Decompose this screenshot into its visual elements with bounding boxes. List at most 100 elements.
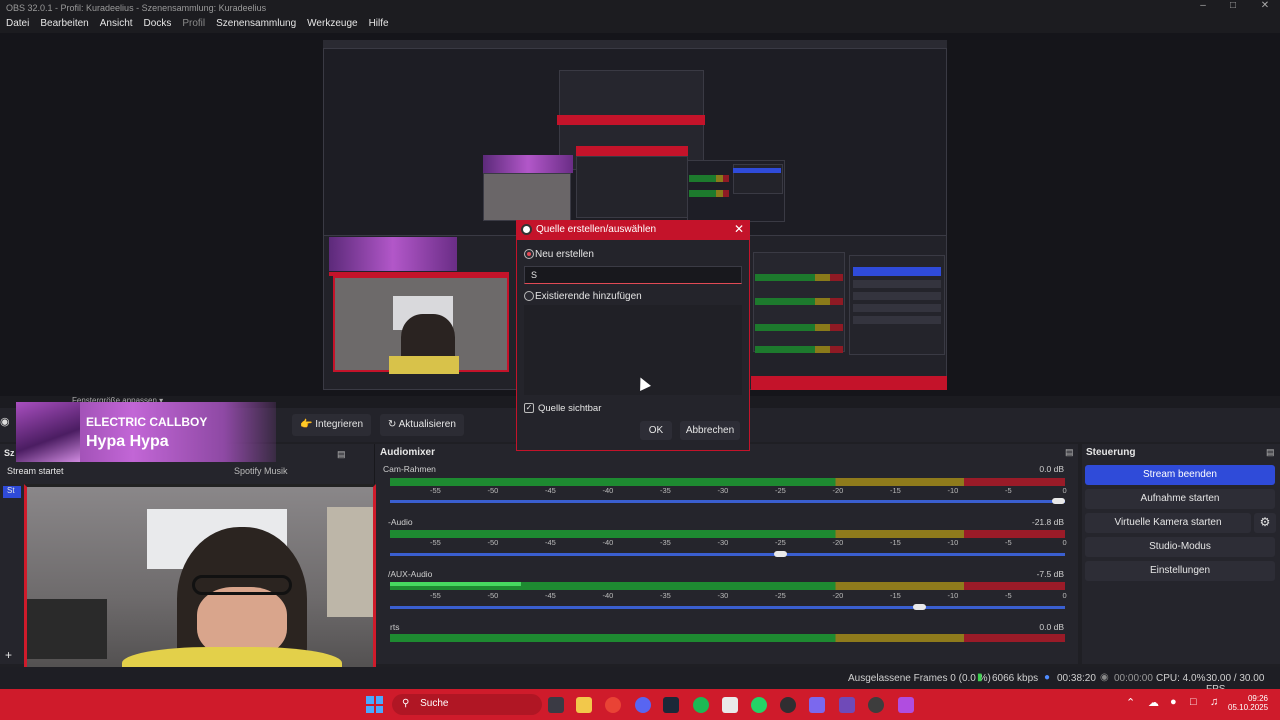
visible-checkbox[interactable]: ✓	[524, 403, 534, 413]
signal-icon: ▮	[977, 672, 983, 683]
create-new-radio[interactable]	[524, 249, 534, 259]
menu-bearbeiten[interactable]: Bearbeiten	[40, 18, 88, 31]
meter-tick-label: -30	[717, 538, 729, 547]
meter-tick-label: -50	[487, 591, 499, 600]
close-icon[interactable]: ✕	[734, 222, 744, 236]
stream-button[interactable]: Stream beenden	[1085, 465, 1275, 485]
task-view-icon[interactable]	[548, 697, 564, 713]
slider-knob[interactable]	[1052, 498, 1065, 504]
gear-icon[interactable]: ⚙	[1254, 513, 1276, 533]
dock-menu-icon[interactable]: ▤	[337, 449, 346, 460]
nested-control-button	[853, 292, 941, 300]
cloud-icon[interactable]: ☁	[1148, 696, 1159, 709]
obs-icon[interactable]	[780, 697, 796, 713]
channel-name: -Audio	[388, 517, 413, 527]
settings-button[interactable]: Einstellungen	[1085, 561, 1275, 581]
scene-selected-partial[interactable]: St	[3, 486, 21, 498]
add-scene-icon[interactable]: +	[5, 648, 12, 662]
yellow-shirt	[389, 356, 459, 374]
record-button[interactable]: Aufnahme starten	[1085, 489, 1275, 509]
refresh-button[interactable]: ↻ Aktualisieren	[380, 414, 464, 436]
close-window-button[interactable]: ✕	[1250, 0, 1280, 14]
speaker-icon[interactable]: ♫	[1210, 696, 1218, 708]
menu-szenensammlung[interactable]: Szenensammlung	[216, 18, 296, 31]
taskbar-search[interactable]: ⚲ Suche	[392, 694, 542, 715]
tray-chevron-icon[interactable]: ⌃	[1126, 696, 1135, 709]
volume-meter	[390, 478, 1065, 486]
menu-hilfe[interactable]: Hilfe	[369, 18, 389, 31]
mic-icon[interactable]: ●	[1170, 696, 1177, 708]
menu-bar: Datei Bearbeiten Ansicht Docks Profil Sz…	[0, 16, 1280, 33]
nested-control-button	[853, 304, 941, 312]
volume-slider[interactable]	[390, 551, 1065, 557]
integrate-label: Integrieren	[315, 419, 364, 430]
menu-docks[interactable]: Docks	[144, 18, 172, 31]
obs-logo-icon	[521, 224, 532, 235]
nested-dialog-titlebar	[557, 115, 705, 125]
nested-dialog-titlebar-2	[576, 146, 688, 156]
meter-tick-label: -40	[602, 486, 614, 495]
nested-taskbar	[751, 376, 947, 390]
volume-slider[interactable]	[390, 498, 1065, 504]
file-explorer-icon[interactable]	[576, 697, 592, 713]
scenes-title-partial: Sz	[4, 448, 15, 458]
vscode-icon[interactable]	[809, 697, 825, 713]
meter-tick-label: -25	[775, 591, 786, 600]
nested-stream-button-2	[853, 267, 941, 276]
slider-knob[interactable]	[913, 604, 926, 610]
meter-tick-label: -5	[1005, 591, 1012, 600]
studio-mode-button[interactable]: Studio-Modus	[1085, 537, 1275, 557]
meter-tick-label: -55	[430, 486, 441, 495]
integrate-button[interactable]: 👉 Integrieren	[292, 414, 372, 436]
steam-icon[interactable]	[663, 697, 679, 713]
menu-ansicht[interactable]: Ansicht	[100, 18, 133, 31]
taskbar-clock[interactable]: 09:26 05.10.2025	[1228, 694, 1268, 712]
meter-tick-label: -45	[545, 591, 556, 600]
settings-app-icon[interactable]	[868, 697, 884, 713]
song-overlay: ELECTRIC CALLBOY Hypa Hypa	[16, 402, 276, 462]
ok-button[interactable]: OK	[640, 421, 672, 440]
clapperboard-icon[interactable]	[898, 697, 914, 713]
add-existing-radio[interactable]	[524, 291, 534, 301]
virtual-camera-button[interactable]: Virtuelle Kamera starten	[1085, 513, 1251, 533]
clock-date: 05.10.2025	[1228, 703, 1269, 712]
meter-tick-label: -40	[602, 538, 614, 547]
slider-knob[interactable]	[774, 551, 787, 557]
meter-tick-label: -20	[832, 538, 844, 547]
store-icon[interactable]	[722, 697, 738, 713]
spotify-icon[interactable]	[693, 697, 709, 713]
maximize-button[interactable]: □	[1218, 0, 1248, 14]
channel-name: /AUX-Audio	[388, 569, 433, 579]
existing-sources-list[interactable]	[524, 305, 742, 395]
dock-menu-icon[interactable]: ▤	[1065, 447, 1074, 458]
scene-source-item[interactable]: Spotify Musik	[234, 466, 288, 476]
nested-song-overlay-2	[329, 237, 457, 271]
discord-icon[interactable]	[635, 697, 651, 713]
nested-song-overlay	[483, 155, 573, 173]
menu-werkzeuge[interactable]: Werkzeuge	[307, 18, 357, 31]
volume-slider[interactable]	[390, 604, 1065, 610]
nested-meter	[689, 190, 729, 197]
visible-label: Quelle sichtbar	[538, 403, 602, 414]
scene-visibility-icon[interactable]: ◉	[0, 415, 16, 431]
meter-tick-label: -40	[602, 591, 614, 600]
dock-menu-icon[interactable]: ▤	[1266, 447, 1275, 458]
meter-tick-label: -10	[947, 486, 959, 495]
whatsapp-icon[interactable]	[751, 697, 767, 713]
controls-title: Steuerung	[1086, 447, 1136, 458]
chrome-icon[interactable]	[605, 697, 621, 713]
channel-name: rts	[390, 622, 400, 632]
scene-item[interactable]: Stream startet	[7, 466, 64, 476]
menu-profil[interactable]: Profil	[182, 18, 205, 31]
windows-start-icon[interactable]	[366, 696, 383, 713]
record-icon: ◉	[1100, 672, 1109, 683]
cancel-button[interactable]: Abbrechen	[680, 421, 740, 440]
search-label: Suche	[420, 698, 449, 709]
network-icon[interactable]: □	[1190, 696, 1197, 708]
channel-name: Cam-Rahmen	[383, 464, 436, 474]
gamepad-icon[interactable]	[839, 697, 855, 713]
minimize-button[interactable]: –	[1188, 0, 1218, 14]
tv-screen	[27, 599, 107, 659]
source-name-input[interactable]: S	[524, 266, 742, 284]
menu-datei[interactable]: Datei	[6, 18, 29, 31]
